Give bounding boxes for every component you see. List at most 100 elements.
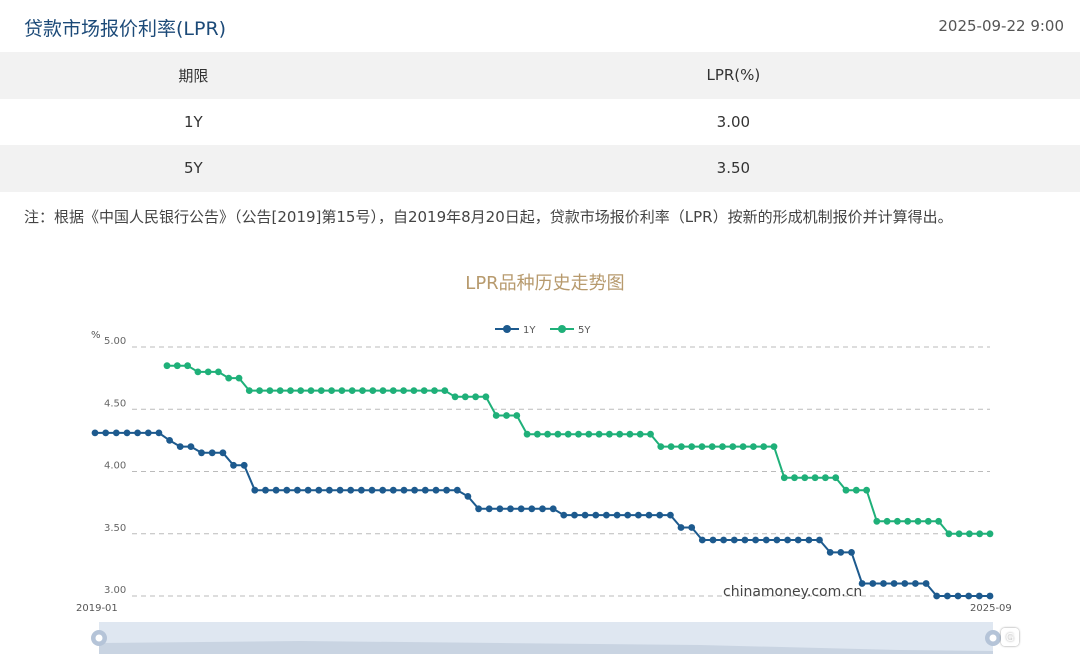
- data-point-1y[interactable]: [826, 549, 834, 556]
- data-point-5y[interactable]: [945, 530, 953, 538]
- data-point-1y[interactable]: [272, 486, 280, 494]
- data-point-1y[interactable]: [485, 505, 493, 513]
- data-point-1y[interactable]: [901, 580, 909, 587]
- data-point-5y[interactable]: [400, 387, 407, 394]
- data-point-1y[interactable]: [539, 505, 546, 513]
- data-point-1y[interactable]: [730, 536, 738, 544]
- data-point-5y[interactable]: [451, 393, 459, 401]
- data-point-5y[interactable]: [420, 387, 428, 394]
- data-point-1y[interactable]: [805, 536, 813, 544]
- data-point-1y[interactable]: [741, 536, 749, 544]
- data-point-5y[interactable]: [832, 474, 840, 482]
- data-point-5y[interactable]: [287, 387, 294, 394]
- data-point-5y[interactable]: [575, 430, 582, 438]
- data-point-5y[interactable]: [266, 387, 274, 394]
- data-point-1y[interactable]: [347, 486, 355, 494]
- legend-item-5y[interactable]: 5Y: [550, 325, 591, 336]
- data-point-1y[interactable]: [198, 449, 205, 457]
- data-point-1y[interactable]: [986, 592, 994, 600]
- data-point-1y[interactable]: [219, 449, 227, 457]
- data-point-5y[interactable]: [801, 474, 809, 482]
- data-point-5y[interactable]: [225, 374, 233, 382]
- data-point-1y[interactable]: [762, 536, 770, 544]
- data-point-1y[interactable]: [208, 449, 216, 457]
- data-point-1y[interactable]: [155, 429, 163, 437]
- data-point-1y[interactable]: [251, 486, 259, 494]
- data-point-1y[interactable]: [944, 592, 951, 600]
- data-point-5y[interactable]: [307, 387, 315, 394]
- data-point-1y[interactable]: [752, 536, 759, 544]
- data-point-5y[interactable]: [359, 387, 366, 394]
- data-point-5y[interactable]: [564, 430, 572, 438]
- data-point-1y[interactable]: [709, 536, 717, 544]
- data-point-5y[interactable]: [215, 368, 222, 376]
- data-point-5y[interactable]: [544, 430, 551, 438]
- data-point-1y[interactable]: [560, 511, 568, 519]
- data-point-5y[interactable]: [935, 517, 942, 525]
- data-point-5y[interactable]: [410, 387, 418, 394]
- data-point-1y[interactable]: [656, 511, 664, 519]
- data-point-1y[interactable]: [507, 505, 514, 513]
- data-point-5y[interactable]: [739, 443, 747, 450]
- data-point-5y[interactable]: [606, 430, 613, 438]
- data-point-5y[interactable]: [811, 474, 819, 482]
- data-point-1y[interactable]: [262, 486, 269, 494]
- data-point-1y[interactable]: [688, 524, 696, 531]
- data-point-1y[interactable]: [837, 549, 845, 556]
- data-point-1y[interactable]: [368, 486, 376, 494]
- data-point-5y[interactable]: [657, 443, 665, 450]
- data-point-5y[interactable]: [513, 412, 521, 419]
- data-point-5y[interactable]: [770, 443, 778, 450]
- data-point-1y[interactable]: [112, 429, 120, 437]
- data-point-5y[interactable]: [173, 362, 181, 370]
- data-point-1y[interactable]: [954, 592, 962, 600]
- data-point-5y[interactable]: [348, 387, 356, 394]
- data-point-1y[interactable]: [134, 429, 142, 437]
- data-point-5y[interactable]: [883, 517, 891, 525]
- data-point-5y[interactable]: [441, 387, 449, 394]
- data-point-1y[interactable]: [975, 592, 983, 600]
- data-point-1y[interactable]: [176, 443, 184, 450]
- data-point-1y[interactable]: [890, 580, 898, 587]
- data-point-1y[interactable]: [869, 580, 877, 587]
- data-point-1y[interactable]: [464, 493, 472, 500]
- data-point-1y[interactable]: [400, 486, 408, 494]
- data-point-5y[interactable]: [688, 443, 696, 450]
- data-point-5y[interactable]: [894, 517, 901, 525]
- data-point-1y[interactable]: [443, 486, 450, 494]
- data-point-5y[interactable]: [431, 387, 438, 394]
- data-point-1y[interactable]: [624, 511, 632, 519]
- data-point-1y[interactable]: [645, 511, 653, 519]
- data-point-5y[interactable]: [924, 517, 932, 525]
- data-point-1y[interactable]: [816, 536, 823, 544]
- data-point-1y[interactable]: [411, 486, 418, 494]
- data-point-1y[interactable]: [475, 505, 482, 513]
- data-point-1y[interactable]: [794, 536, 802, 544]
- data-point-1y[interactable]: [304, 486, 312, 494]
- datazoom-slider[interactable]: [91, 622, 1001, 654]
- data-point-1y[interactable]: [784, 536, 791, 544]
- data-point-5y[interactable]: [194, 368, 202, 376]
- data-point-1y[interactable]: [187, 443, 195, 450]
- data-point-1y[interactable]: [336, 486, 344, 494]
- data-point-1y[interactable]: [528, 505, 536, 513]
- data-point-1y[interactable]: [294, 486, 301, 494]
- data-point-1y[interactable]: [453, 486, 461, 494]
- chart-legend[interactable]: 1Y 5Y: [495, 325, 591, 336]
- data-point-1y[interactable]: [517, 505, 525, 513]
- data-point-5y[interactable]: [482, 393, 490, 401]
- data-point-5y[interactable]: [750, 443, 757, 450]
- data-point-5y[interactable]: [822, 474, 829, 482]
- data-point-1y[interactable]: [848, 549, 855, 556]
- data-point-5y[interactable]: [534, 430, 541, 438]
- data-point-1y[interactable]: [613, 511, 621, 519]
- data-point-5y[interactable]: [729, 443, 737, 450]
- data-point-1y[interactable]: [933, 592, 941, 600]
- data-point-5y[interactable]: [863, 486, 870, 494]
- data-point-1y[interactable]: [698, 536, 706, 544]
- data-point-5y[interactable]: [986, 530, 994, 538]
- data-point-5y[interactable]: [914, 517, 922, 525]
- data-point-1y[interactable]: [315, 486, 323, 494]
- data-point-5y[interactable]: [647, 430, 654, 438]
- data-point-5y[interactable]: [554, 430, 562, 438]
